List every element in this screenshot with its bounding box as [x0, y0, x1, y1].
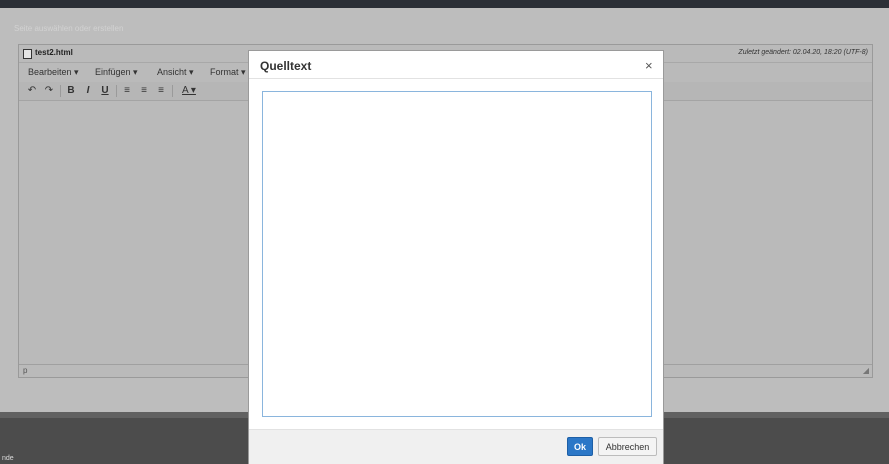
underline-button[interactable]: U — [98, 84, 112, 98]
close-icon[interactable]: × — [645, 59, 653, 72]
dialog-footer: Ok Abbrechen — [249, 429, 663, 464]
toolbar-separator — [116, 85, 117, 97]
dialog-title: Quelltext — [260, 59, 312, 73]
element-path[interactable]: p — [23, 366, 27, 375]
menu-ansicht[interactable]: Ansicht ▾ — [157, 67, 194, 78]
menu-bearbeiten[interactable]: Bearbeiten ▾ — [28, 67, 79, 78]
ok-button[interactable]: Ok — [567, 437, 593, 456]
undo-icon[interactable]: ↶ — [25, 84, 39, 98]
align-center-icon[interactable]: ≡ — [137, 84, 151, 98]
file-name: test2.html — [35, 48, 73, 57]
italic-button[interactable]: I — [81, 84, 95, 98]
file-icon — [23, 49, 32, 59]
menu-format[interactable]: Format ▾ — [210, 67, 246, 78]
dialog-divider — [249, 78, 663, 79]
page-header-text: Seite auswählen oder erstellen — [14, 24, 124, 33]
bold-button[interactable]: B — [64, 84, 78, 98]
resize-handle-icon[interactable]: ◢ — [863, 366, 869, 375]
cancel-button[interactable]: Abbrechen — [598, 437, 657, 456]
source-code-textarea[interactable] — [262, 91, 652, 417]
align-left-icon[interactable]: ≡ — [120, 84, 134, 98]
text-color-button[interactable]: A ▾ — [176, 84, 202, 98]
file-modified-info: Zuletzt geändert: 02.04.20, 18:20 (UTF-8… — [738, 49, 868, 56]
top-bar — [0, 0, 889, 8]
toolbar-separator — [60, 85, 61, 97]
align-right-icon[interactable]: ≡ — [154, 84, 168, 98]
source-code-dialog: Quelltext × Ok Abbrechen — [248, 50, 664, 464]
toolbar-separator — [172, 85, 173, 97]
menu-einfuegen[interactable]: Einfügen ▾ — [95, 67, 138, 78]
footer-text: nde — [2, 455, 14, 462]
redo-icon[interactable]: ↷ — [42, 84, 56, 98]
